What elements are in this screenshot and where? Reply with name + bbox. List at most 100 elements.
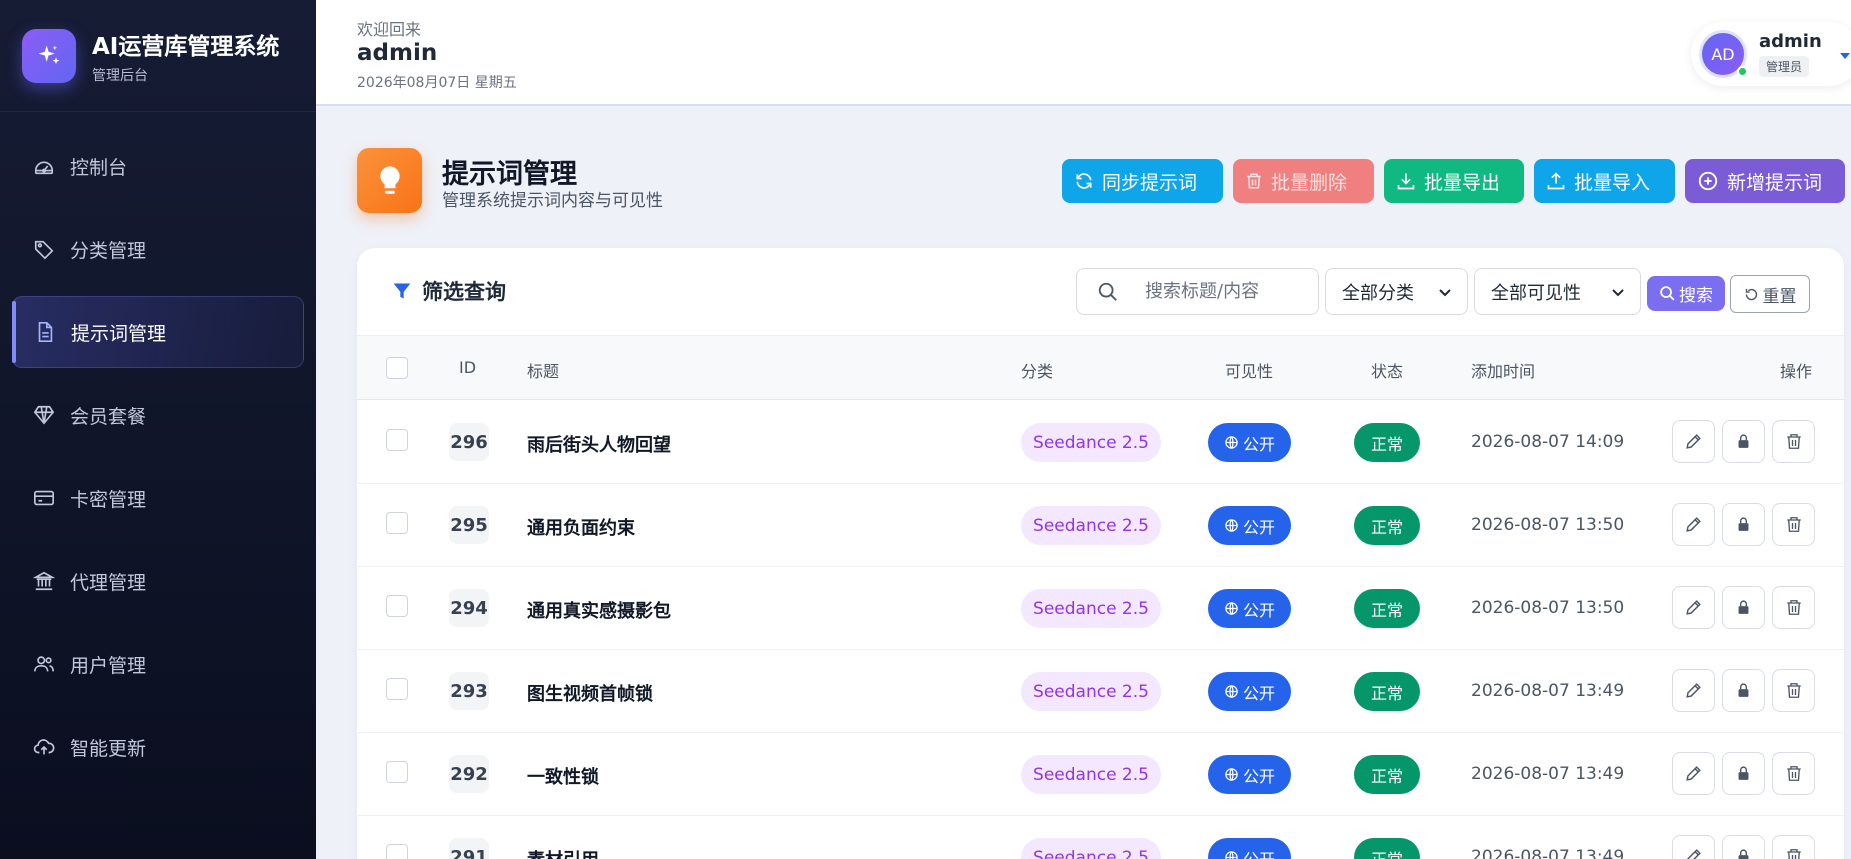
category-badge: Seedance 2.5 [1021, 423, 1161, 462]
status-badge: 正常 [1354, 506, 1420, 545]
prompt-title[interactable]: 素材引用 [527, 846, 599, 859]
lock-button[interactable] [1722, 420, 1765, 463]
id-badge: 291 [449, 838, 489, 859]
welcome-text: 欢迎回来 [357, 20, 422, 39]
prompt-title[interactable]: 通用真实感摄影包 [527, 597, 671, 623]
pencil-icon [1684, 681, 1703, 700]
prompt-table-card: 筛选查询 全部分类 全部可见性 搜索 重置 ID 标题 分类 可见性 状态 添加… [357, 248, 1844, 859]
sidebar-item-membership[interactable]: 会员套餐 [12, 379, 304, 451]
sidebar-item-label: 控制台 [70, 156, 128, 179]
row-checkbox[interactable] [386, 595, 408, 617]
batch-import-button[interactable]: 批量导入 [1534, 159, 1675, 203]
table-row: 291 素材引用 Seedance 2.5 公开 正常 2026-08-07 1… [357, 816, 1844, 859]
delete-button[interactable] [1772, 420, 1815, 463]
delete-button[interactable] [1772, 503, 1815, 546]
sidebar-item-users[interactable]: 用户管理 [12, 628, 304, 700]
lock-button[interactable] [1722, 752, 1765, 795]
row-checkbox[interactable] [386, 678, 408, 700]
filter-icon [392, 281, 412, 301]
table-row: 293 图生视频首帧锁 Seedance 2.5 公开 正常 2026-08-0… [357, 650, 1844, 733]
caret-down-icon [1839, 46, 1851, 65]
sidebar-item-label: 用户管理 [70, 654, 147, 677]
search-button[interactable]: 搜索 [1647, 276, 1725, 311]
current-date: 2026年08月07日 星期五 [357, 75, 517, 91]
lock-button[interactable] [1722, 669, 1765, 712]
sidebar-item-label: 会员套餐 [70, 405, 147, 428]
row-checkbox[interactable] [386, 512, 408, 534]
select-all-checkbox[interactable] [386, 357, 408, 379]
delete-button[interactable] [1772, 835, 1815, 859]
pencil-icon [1684, 515, 1703, 534]
sync-prompts-button[interactable]: 同步提示词 [1062, 159, 1223, 203]
online-status-dot [1737, 66, 1748, 77]
search-icon [1097, 281, 1119, 303]
category-badge: Seedance 2.5 [1021, 672, 1161, 711]
brand-title: AI运营库管理系统 [92, 33, 280, 60]
row-checkbox[interactable] [386, 429, 408, 451]
search-input[interactable] [1145, 281, 1305, 302]
prompt-title[interactable]: 通用负面约束 [527, 514, 635, 540]
trash-icon [1785, 598, 1803, 617]
globe-icon [1224, 435, 1239, 450]
filter-bar: 筛选查询 全部分类 全部可见性 搜索 重置 [357, 248, 1844, 336]
delete-button[interactable] [1772, 752, 1815, 795]
top-header: 欢迎回来 admin 2026年08月07日 星期五 AD admin 管理员 [316, 0, 1851, 106]
status-badge: 正常 [1354, 423, 1420, 462]
trash-icon [1785, 515, 1803, 534]
user-role-badge: 管理员 [1759, 56, 1810, 77]
batch-export-button[interactable]: 批量导出 [1384, 159, 1524, 203]
globe-icon [1224, 767, 1239, 782]
row-checkbox[interactable] [386, 844, 408, 859]
edit-button[interactable] [1672, 586, 1715, 629]
user-menu[interactable]: AD admin 管理员 [1691, 22, 1851, 86]
globe-icon [1224, 684, 1239, 699]
visibility-select[interactable]: 全部可见性 [1474, 268, 1641, 315]
edit-button[interactable] [1672, 420, 1715, 463]
trash-icon [1785, 847, 1803, 859]
prompt-title[interactable]: 雨后街头人物回望 [527, 431, 671, 457]
sidebar-item-label: 提示词管理 [71, 322, 167, 345]
table-row: 294 通用真实感摄影包 Seedance 2.5 公开 正常 2026-08-… [357, 567, 1844, 650]
lock-button[interactable] [1722, 835, 1765, 859]
sidebar-item-agents[interactable]: 代理管理 [12, 545, 304, 617]
sidebar-item-dashboard[interactable]: 控制台 [12, 130, 304, 202]
status-badge: 正常 [1354, 589, 1420, 628]
column-visibility: 可见性 [1225, 362, 1274, 381]
reset-button[interactable]: 重置 [1730, 275, 1810, 313]
sidebar-item-category[interactable]: 分类管理 [12, 213, 304, 285]
trash-icon [1785, 764, 1803, 783]
upload-icon [1546, 171, 1566, 191]
delete-button[interactable] [1772, 669, 1815, 712]
pencil-icon [1684, 847, 1703, 859]
chevron-down-icon [1610, 284, 1626, 300]
edit-button[interactable] [1672, 752, 1715, 795]
edit-button[interactable] [1672, 669, 1715, 712]
prompt-title[interactable]: 图生视频首帧锁 [527, 680, 653, 706]
sidebar-item-cards[interactable]: 卡密管理 [12, 462, 304, 534]
sidebar-item-label: 代理管理 [70, 571, 147, 594]
lock-icon [1735, 598, 1752, 617]
category-select[interactable]: 全部分类 [1325, 268, 1468, 315]
prompt-title[interactable]: 一致性锁 [527, 763, 599, 789]
status-badge: 正常 [1354, 755, 1420, 794]
filter-title: 筛选查询 [392, 276, 506, 306]
lock-button[interactable] [1722, 586, 1765, 629]
globe-icon [1224, 850, 1239, 859]
sidebar-item-prompts[interactable]: 提示词管理 [12, 296, 304, 368]
add-prompt-button[interactable]: 新增提示词 [1685, 159, 1845, 203]
trash-icon [1785, 432, 1803, 451]
lock-icon [1735, 764, 1752, 783]
row-checkbox[interactable] [386, 761, 408, 783]
download-icon [1396, 171, 1416, 191]
sidebar-nav: 控制台 分类管理 提示词管理 会员套餐 卡密管理 代理管理 用户管理 智能更新 [0, 130, 316, 783]
edit-button[interactable] [1672, 835, 1715, 859]
edit-button[interactable] [1672, 503, 1715, 546]
batch-delete-button[interactable]: 批量删除 [1233, 159, 1374, 203]
table-header: ID 标题 分类 可见性 状态 添加时间 操作 [357, 336, 1844, 400]
table-row: 296 雨后街头人物回望 Seedance 2.5 公开 正常 2026-08-… [357, 401, 1844, 484]
delete-button[interactable] [1772, 586, 1815, 629]
lock-button[interactable] [1722, 503, 1765, 546]
sidebar-item-update[interactable]: 智能更新 [12, 711, 304, 783]
sidebar: AI运营库管理系统 管理后台 控制台 分类管理 提示词管理 会员套餐 卡密管理 … [0, 0, 316, 859]
search-field[interactable] [1076, 268, 1319, 315]
